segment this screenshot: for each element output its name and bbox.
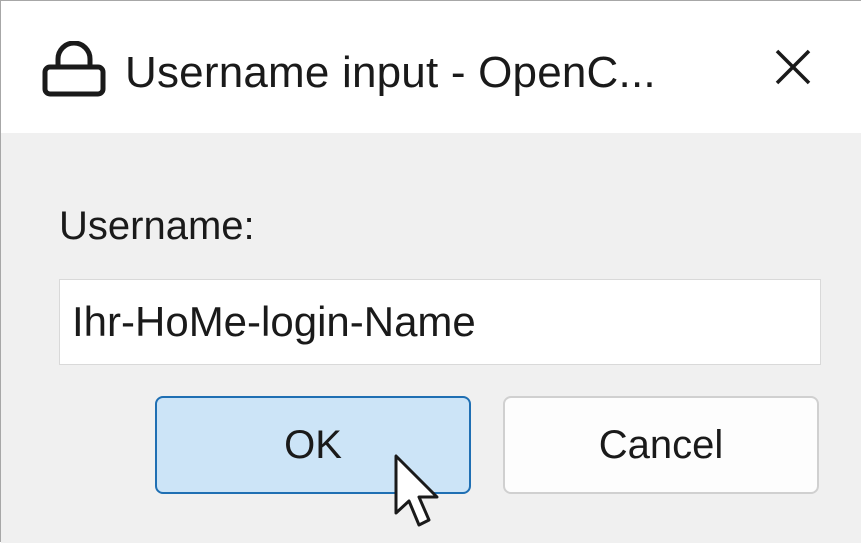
title-bar[interactable]: Username input - OpenC... [1, 1, 861, 133]
cancel-button[interactable]: Cancel [503, 396, 819, 494]
ok-button[interactable]: OK [155, 396, 471, 494]
window-title: Username input - OpenC... [125, 48, 656, 97]
dialog-content: Username: OK Cancel [1, 133, 861, 543]
lock-icon [39, 40, 109, 97]
ok-button-label: OK [284, 422, 342, 467]
close-icon [773, 47, 813, 92]
cancel-button-label: Cancel [598, 422, 724, 467]
dialog-window: Username input - OpenC... Username: OK C… [0, 0, 861, 543]
close-button[interactable] [757, 37, 829, 101]
username-label: Username: [59, 204, 255, 248]
username-input[interactable] [59, 279, 821, 365]
